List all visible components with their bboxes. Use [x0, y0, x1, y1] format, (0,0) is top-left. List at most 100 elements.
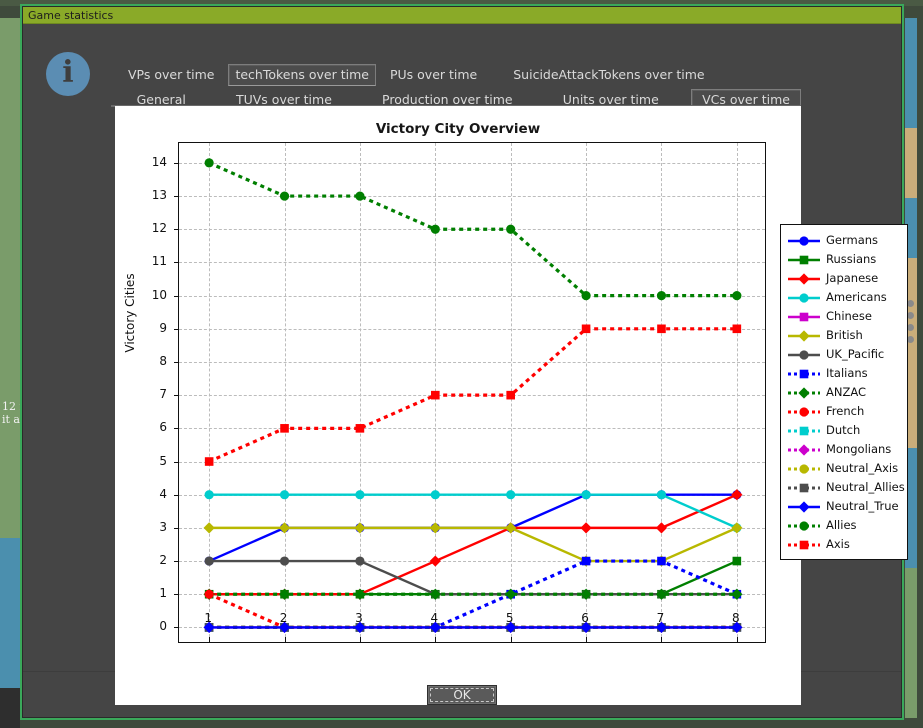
- y-tick-label: 0: [159, 619, 167, 634]
- legend-swatch-icon: [787, 537, 821, 551]
- y-tick-label: 7: [159, 387, 167, 402]
- y-tick-label: 5: [159, 453, 167, 468]
- x-tick-label: 7: [656, 611, 665, 625]
- data-point-marker: [798, 500, 810, 513]
- series-japanese: [203, 489, 743, 600]
- x-tick-label: 4: [430, 611, 439, 625]
- series-line: [209, 559, 738, 596]
- data-point-marker: [355, 191, 365, 201]
- y-tick-label: 8: [159, 353, 167, 368]
- backdrop-sea-right-1: [905, 18, 917, 128]
- legend-label: UK_Pacific: [826, 346, 885, 361]
- legend-item-allies[interactable]: Allies: [787, 515, 901, 534]
- data-point-marker: [505, 522, 517, 534]
- x-tick-label: 8: [732, 611, 740, 625]
- data-point-marker: [355, 556, 365, 566]
- legend-label: Dutch: [826, 422, 861, 437]
- y-tick-label: 12: [151, 221, 167, 236]
- chart-legend: Germans Russians Japanese Americans Chinese B…: [780, 224, 908, 560]
- legend-item-mongolians[interactable]: Mongolians: [787, 439, 901, 458]
- info-icon: i: [46, 52, 90, 96]
- data-point-marker: [506, 224, 516, 234]
- data-point-marker: [799, 463, 809, 474]
- legend-swatch-icon: [787, 347, 821, 361]
- tab-suicideattacktokens-over-time[interactable]: SuicideAttackTokens over time: [506, 64, 711, 86]
- ok-button-label: OK: [453, 687, 471, 702]
- backdrop-land-left: [0, 18, 20, 538]
- legend-label: Neutral_True: [826, 498, 899, 513]
- series-line: [209, 493, 738, 596]
- data-point-marker: [799, 369, 809, 378]
- data-point-marker: [799, 520, 809, 531]
- data-point-marker: [798, 443, 810, 456]
- series-line: [209, 559, 737, 596]
- legend-item-neutral_allies[interactable]: Neutral_Allies: [787, 477, 905, 496]
- y-tick-label: 4: [159, 486, 167, 501]
- data-point-marker: [429, 555, 441, 567]
- legend-item-germans[interactable]: Germans: [787, 230, 901, 249]
- legend-label: Italians: [826, 365, 868, 380]
- data-point-marker: [799, 406, 809, 417]
- legend-item-chinese[interactable]: Chinese: [787, 306, 901, 325]
- y-tick-label: 13: [151, 188, 167, 203]
- legend-item-axis[interactable]: Axis: [787, 534, 901, 553]
- legend-swatch-icon: [787, 423, 821, 437]
- tab-vps-over-time[interactable]: VPs over time: [121, 64, 221, 86]
- data-point-marker: [279, 556, 290, 566]
- legend-label: Germans: [826, 232, 879, 247]
- data-point-marker: [355, 490, 365, 500]
- legend-swatch-icon: [787, 309, 821, 323]
- data-point-marker: [204, 158, 214, 168]
- y-tick-label: 6: [159, 420, 167, 435]
- tab-pus-over-time[interactable]: PUs over time: [383, 64, 484, 86]
- data-point-marker: [581, 291, 591, 301]
- data-point-marker: [204, 556, 214, 566]
- legend-swatch-icon: [787, 518, 821, 532]
- data-point-marker: [799, 292, 809, 303]
- data-point-marker: [799, 255, 809, 264]
- tab-techtokens-over-time[interactable]: techTokens over time: [228, 64, 376, 86]
- legend-label: Russians: [826, 251, 877, 266]
- series-layer: [203, 158, 743, 634]
- ok-button[interactable]: OK: [427, 684, 497, 705]
- legend-item-neutral_true[interactable]: Neutral_True: [787, 496, 901, 515]
- legend-item-british[interactable]: British: [787, 325, 901, 344]
- y-tick-label: 3: [159, 519, 167, 534]
- legend-item-russians[interactable]: Russians: [787, 249, 901, 268]
- data-point-marker: [279, 191, 290, 201]
- data-point-marker: [506, 490, 516, 500]
- legend-item-italians[interactable]: Italians: [787, 363, 901, 382]
- legend-label: Mongolians: [826, 441, 892, 456]
- legend-label: Chinese: [826, 308, 872, 323]
- legend-swatch-icon: [787, 366, 821, 380]
- legend-item-japanese[interactable]: Japanese: [787, 268, 901, 287]
- legend-swatch-icon: [787, 499, 821, 513]
- y-axis-label: Victory Cities: [123, 273, 137, 353]
- legend-swatch-icon: [787, 480, 821, 494]
- legend-item-anzac[interactable]: ANZAC: [787, 382, 901, 401]
- legend-label: Axis: [826, 536, 850, 551]
- data-point-marker: [731, 522, 743, 534]
- legend-item-americans[interactable]: Americans: [787, 287, 901, 306]
- data-point-marker: [655, 522, 668, 534]
- legend-item-neutral_axis[interactable]: Neutral_Axis: [787, 458, 901, 477]
- chart-panel: Victory City Overview Victory Cities #Ro…: [115, 106, 801, 707]
- legend-swatch-icon: [787, 328, 821, 342]
- legend-item-french[interactable]: French: [787, 401, 901, 420]
- legend-item-uk_pacific[interactable]: UK_Pacific: [787, 344, 901, 363]
- data-point-marker: [580, 522, 592, 534]
- y-tick-label: 10: [151, 287, 167, 302]
- legend-label: Allies: [826, 517, 857, 532]
- dialog-titlebar[interactable]: Game statistics: [23, 7, 901, 24]
- game-statistics-dialog: Game statistics i VPs over time techToke…: [22, 6, 908, 718]
- series-line: [209, 493, 738, 529]
- legend-swatch-icon: [787, 290, 821, 304]
- legend-swatch-icon: [787, 385, 821, 399]
- data-point-marker: [656, 291, 667, 301]
- legend-swatch-icon: [787, 233, 821, 247]
- data-point-marker: [732, 291, 742, 301]
- map-marker-icon: [907, 336, 914, 343]
- data-point-marker: [799, 483, 809, 492]
- data-point-marker: [280, 424, 289, 433]
- legend-item-dutch[interactable]: Dutch: [787, 420, 901, 439]
